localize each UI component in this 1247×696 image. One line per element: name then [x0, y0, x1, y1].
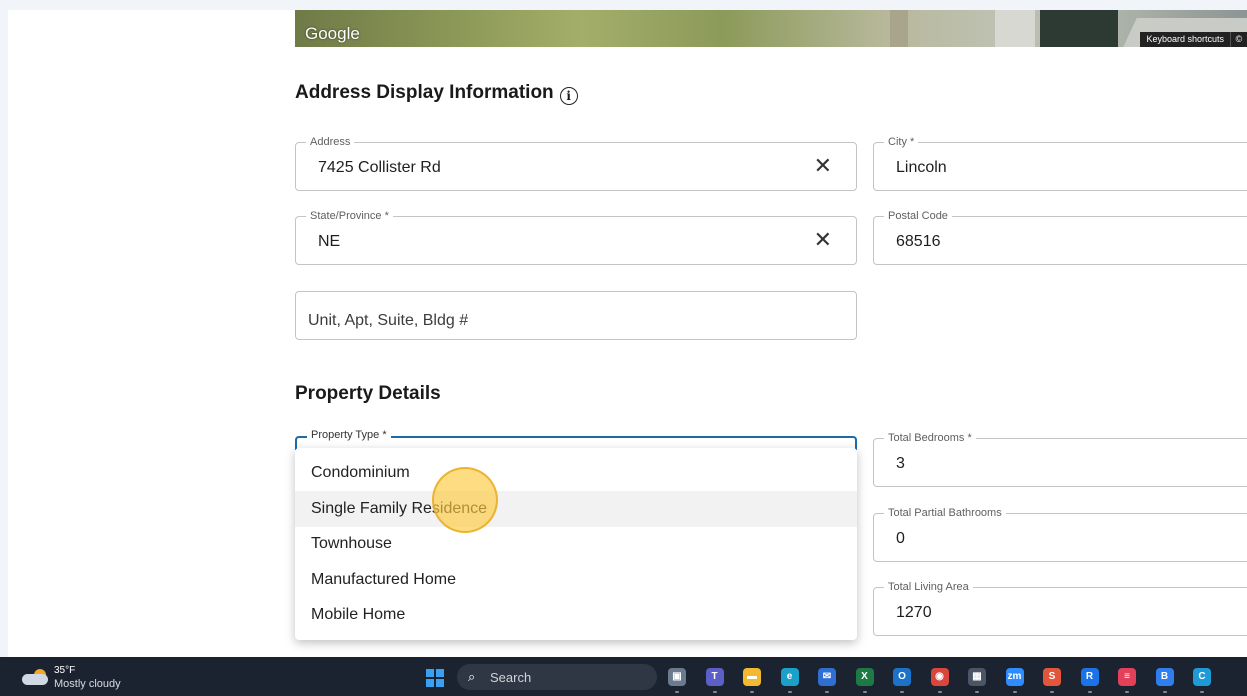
running-indicator — [862, 691, 867, 693]
calculator-icon[interactable]: ▦ — [968, 668, 986, 686]
running-indicator — [1125, 691, 1129, 693]
city-value[interactable]: Lincoln — [896, 159, 947, 177]
running-indicator — [825, 691, 829, 693]
running-indicator — [750, 691, 754, 693]
state-label: State/Province * — [306, 210, 393, 222]
total-partial-bathrooms-label: Total Partial Bathrooms — [884, 507, 1006, 519]
windows-taskbar: 35°F Mostly cloudy ⌕ Search ▣ T ▬ e ✉ X O ◉ ▦ zm S… — [0, 657, 1247, 696]
option-mobile-home[interactable]: Mobile Home — [295, 597, 857, 633]
running-indicator — [975, 691, 979, 693]
property-type-dropdown: Condominium Single Family Residence Town… — [295, 448, 857, 640]
click-indicator — [432, 467, 498, 533]
total-living-area-value[interactable]: 1270 — [896, 604, 932, 622]
total-living-area-field[interactable]: Total Living Area 1270 — [873, 581, 1247, 636]
outlook-mail-icon[interactable]: ✉ — [818, 668, 836, 686]
unit-placeholder[interactable]: Unit, Apt, Suite, Bldg # — [308, 312, 468, 330]
total-partial-bathrooms-value[interactable]: 0 — [896, 530, 905, 548]
outlook-icon[interactable]: O — [893, 668, 911, 686]
map-data-icon[interactable]: © — [1230, 32, 1247, 47]
property-section-title: Property Details — [295, 383, 441, 404]
address-clear-icon[interactable]: ✕ — [814, 154, 832, 178]
task-view-icon[interactable]: ▣ — [668, 668, 686, 686]
zoom-icon[interactable]: zm — [1005, 668, 1024, 686]
city-field[interactable]: City * Lincoln — [873, 136, 1247, 191]
total-bedrooms-field[interactable]: Total Bedrooms * 3 — [873, 432, 1247, 487]
address-section-title: Address Display Information i — [295, 82, 578, 105]
state-clear-icon[interactable]: ✕ — [814, 228, 832, 252]
running-indicator — [1087, 691, 1092, 693]
taskbar-search[interactable]: ⌕ Search — [457, 664, 657, 690]
s-app-icon[interactable]: S — [1043, 668, 1061, 686]
total-bedrooms-label: Total Bedrooms * — [884, 432, 976, 444]
google-logo: Google — [305, 24, 360, 43]
chrome-icon[interactable]: ◉ — [930, 668, 949, 686]
map-trash-bin — [1040, 10, 1118, 47]
running-indicator — [1162, 691, 1167, 693]
address-field[interactable]: Address 7425 Collister Rd ✕ — [295, 136, 857, 191]
postal-code-label: Postal Code — [884, 210, 952, 222]
teams-icon[interactable]: T — [705, 668, 724, 686]
map-pole — [890, 10, 908, 47]
map-object — [995, 10, 1035, 47]
running-indicator — [1012, 691, 1017, 693]
address-section-title-text: Address Display Information — [295, 82, 554, 103]
total-partial-bathrooms-field[interactable]: Total Partial Bathrooms 0 — [873, 507, 1247, 562]
file-explorer-icon[interactable]: ▬ — [743, 668, 761, 686]
top-strip — [0, 0, 1247, 10]
running-indicator — [712, 691, 717, 693]
windows-start-icon[interactable] — [426, 669, 444, 687]
option-townhouse[interactable]: Townhouse — [295, 526, 857, 562]
total-bedrooms-value[interactable]: 3 — [896, 455, 905, 473]
weather-temperature[interactable]: 35°F — [54, 665, 75, 676]
info-icon[interactable]: i — [559, 87, 578, 105]
excel-icon[interactable]: X — [855, 668, 874, 686]
weather-cloud-icon[interactable] — [22, 669, 48, 685]
running-indicator — [937, 691, 942, 693]
running-indicator — [1050, 691, 1054, 693]
left-pane — [0, 0, 8, 657]
search-icon: ⌕ — [468, 669, 476, 684]
option-manufactured-home[interactable]: Manufactured Home — [295, 562, 857, 598]
total-living-area-label: Total Living Area — [884, 581, 973, 593]
running-indicator — [675, 691, 679, 693]
map-street-view[interactable]: Google Keyboard shortcuts © — [295, 10, 1247, 47]
running-indicator — [900, 691, 904, 693]
taskbar-search-label: Search — [490, 670, 532, 685]
b-app-icon[interactable]: B — [1155, 668, 1174, 686]
property-type-label: Property Type * — [307, 429, 391, 441]
option-condominium[interactable]: Condominium — [295, 455, 857, 491]
state-value[interactable]: NE — [318, 233, 340, 251]
unit-field[interactable]: Unit, Apt, Suite, Bldg # — [295, 291, 857, 340]
option-single-family-residence[interactable]: Single Family Residence — [295, 491, 857, 527]
city-label: City * — [884, 136, 919, 148]
address-label: Address — [306, 136, 355, 148]
postal-code-value[interactable]: 68516 — [896, 233, 941, 251]
copilot-icon[interactable]: C — [1193, 668, 1211, 686]
r-app-icon[interactable]: R — [1080, 668, 1099, 686]
address-value[interactable]: 7425 Collister Rd — [318, 159, 441, 177]
edge-icon[interactable]: e — [780, 668, 799, 686]
running-indicator — [787, 691, 792, 693]
cloud-shape — [22, 674, 48, 685]
postal-code-field[interactable]: Postal Code 68516 — [873, 210, 1247, 265]
keyboard-shortcuts-link[interactable]: Keyboard shortcuts — [1140, 32, 1230, 47]
red-app-icon[interactable]: ≡ — [1118, 668, 1136, 686]
weather-condition[interactable]: Mostly cloudy — [54, 678, 121, 690]
running-indicator — [1200, 691, 1204, 693]
state-field[interactable]: State/Province * NE ✕ — [295, 210, 857, 265]
